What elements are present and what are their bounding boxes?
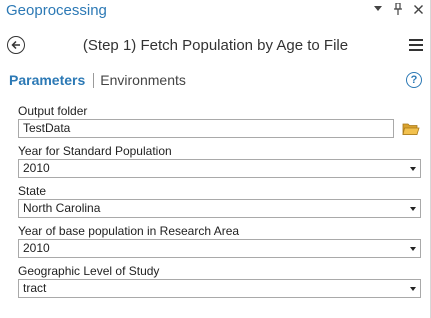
folder-icon[interactable] [402,122,420,136]
research-year-value: 2010 [23,241,50,255]
tab-divider [93,72,95,88]
tool-title: (Step 1) Fetch Population by Age to File [82,37,349,54]
research-year-row: 2010 [18,239,422,258]
dropdown-arrow-icon [410,167,416,171]
state-value: North Carolina [23,201,101,215]
tab-environments[interactable]: Environments [100,72,186,88]
output-folder-row: TestData [18,119,422,138]
standard-year-label: Year for Standard Population [18,144,172,158]
standard-year-dropdown[interactable]: 2010 [18,159,421,178]
research-year-dropdown[interactable]: 2010 [18,239,421,258]
state-label: State [18,184,47,198]
pane-title: Geoprocessing [6,2,107,19]
standard-year-row: 2010 [18,159,422,178]
chevron-down-icon[interactable] [373,3,383,15]
tool-header: (Step 1) Fetch Population by Age to File [0,30,431,60]
hamburger-menu-icon[interactable] [409,39,423,51]
pane-titlebar: Geoprocessing [0,0,431,24]
parameters-form: Output folder TestData Year for Standard… [18,104,422,304]
pin-icon[interactable] [393,3,403,15]
geo-level-dropdown[interactable]: tract [18,279,421,298]
state-row: North Carolina [18,199,422,218]
tab-parameters[interactable]: Parameters [9,72,85,88]
dropdown-arrow-icon [410,207,416,211]
output-folder-label: Output folder [18,104,88,118]
geo-level-value: tract [23,281,47,295]
state-dropdown[interactable]: North Carolina [18,199,421,218]
pane-controls [373,3,423,15]
standard-year-value: 2010 [23,161,50,175]
geoprocessing-pane: Geoprocessing (Step 1) Fetch Population … [0,0,431,318]
help-icon[interactable]: ? [406,72,422,88]
close-icon[interactable] [413,3,423,15]
geo-level-label: Geographic Level of Study [18,264,160,278]
geo-level-row: tract [18,279,422,298]
research-year-label: Year of base population in Research Area [18,224,240,238]
dropdown-arrow-icon [410,247,416,251]
tab-bar: Parameters Environments [9,72,186,88]
output-folder-input[interactable]: TestData [18,119,394,138]
dropdown-arrow-icon [410,287,416,291]
